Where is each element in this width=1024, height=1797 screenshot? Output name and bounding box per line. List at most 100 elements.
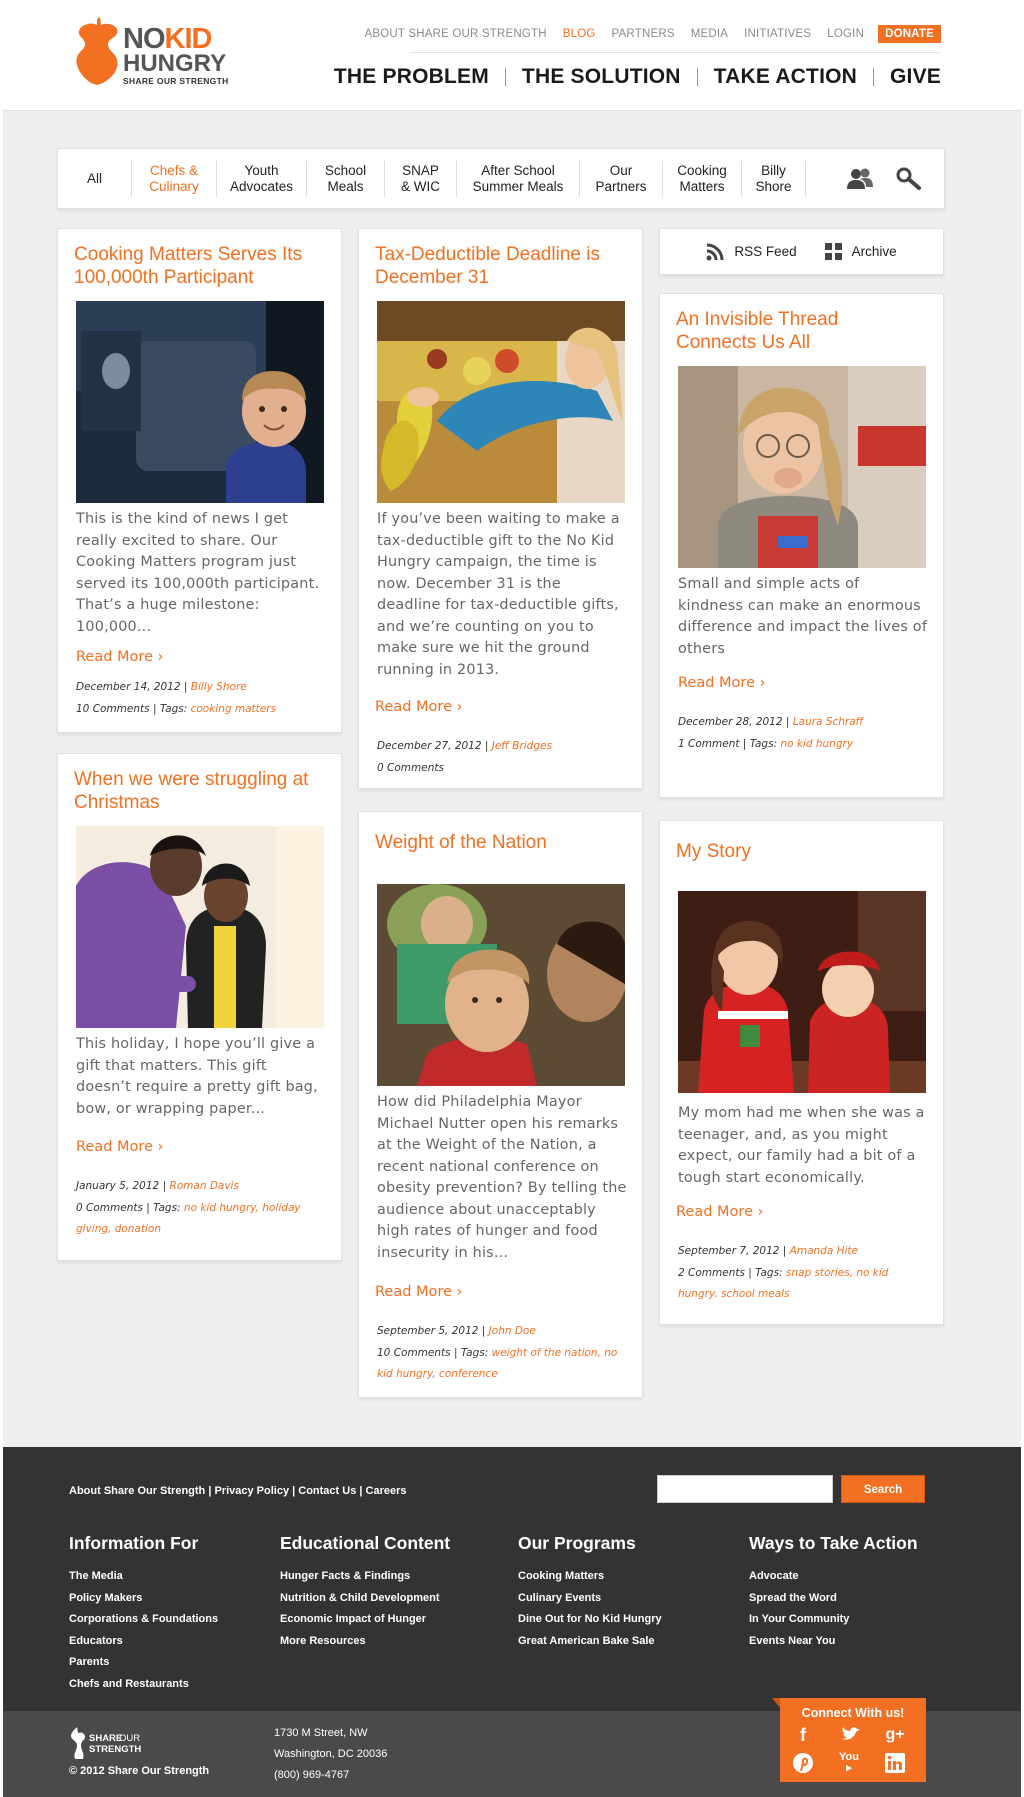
footer-link[interactable]: Great American Bake Sale [518,1631,662,1653]
post-title[interactable]: Weight of the Nation [375,832,625,855]
read-more-link[interactable]: Read More › [76,649,163,665]
blog-post-card: When we were struggling at Christmas Thi… [57,753,342,1261]
footer-link[interactable]: Nutrition & Child Development [280,1588,450,1610]
footer-link[interactable]: Corporations & Foundations [69,1609,218,1631]
google-plus-icon[interactable]: g+ [884,1724,906,1746]
post-image-children-listening[interactable] [377,884,625,1086]
footer-link[interactable]: Advocate [749,1566,918,1588]
chevron-right-icon: › [757,1204,764,1220]
pinterest-icon[interactable] [792,1752,814,1774]
copyright: © 2012 Share Our Strength [69,1765,210,1777]
post-image-childhood-photo[interactable] [678,891,926,1093]
filter-after-school-summer-meals[interactable]: After School Summer Meals [457,160,580,197]
post-excerpt: How did Philadelphia Mayor Michael Nutte… [377,1094,627,1261]
logo-tagline: SHARE OUR STRENGTH [123,76,229,86]
post-image-girl-with-glasses[interactable] [678,366,926,568]
footer-link[interactable]: Parents [69,1652,218,1674]
post-comments[interactable]: 0 Comments [377,762,444,774]
share-our-strength-logo[interactable]: SHARE OUR STRENGTH [69,1727,151,1766]
blog-post-card: Weight of the Nation How did Philadelphi… [358,811,643,1398]
nav-blog[interactable]: BLOG [563,28,596,40]
post-tags-label: Tags: [153,1201,181,1214]
post-author-link[interactable]: John Doe [489,1325,536,1337]
site-header: NOKID HUNGRY SHARE OUR STRENGTH ABOUT SH… [3,3,1021,111]
rss-feed-link[interactable]: RSS Feed [706,243,797,261]
post-tags[interactable]: cooking matters [191,703,276,715]
filter-cooking-matters[interactable]: Cooking Matters [663,160,742,197]
nav-partners[interactable]: PARTNERS [612,28,675,40]
read-more-link[interactable]: Read More › [375,699,462,715]
sos-share: SHARE [89,1733,122,1744]
footer-link[interactable]: Educators [69,1631,218,1653]
read-more-link[interactable]: Read More › [676,1204,763,1220]
post-comments[interactable]: 1 Comment [678,738,739,750]
post-author-link[interactable]: Roman Davis [169,1180,239,1192]
nav-about[interactable]: ABOUT SHARE OUR STRENGTH [365,28,547,40]
post-comments[interactable]: 2 Comments [678,1267,745,1279]
search-icon[interactable] [896,167,922,191]
footer-link[interactable]: Cooking Matters [518,1566,662,1588]
post-author-link[interactable]: Billy Shore [191,681,247,693]
nav-media[interactable]: MEDIA [691,28,728,40]
post-image-boy-on-bus[interactable] [76,301,324,503]
nav-take-action[interactable]: TAKE ACTION [714,65,857,89]
footer-link[interactable]: Culinary Events [518,1588,662,1610]
utility-nav: ABOUT SHARE OUR STRENGTH BLOG PARTNERS M… [349,25,941,43]
footer-link[interactable]: Economic Impact of Hunger [280,1609,450,1631]
footer-link[interactable]: Policy Makers [69,1588,218,1610]
filter-our-partners[interactable]: Our Partners [580,160,663,197]
phone-number[interactable]: (800) 969-4767 [274,1765,387,1786]
footer-link[interactable]: The Media [69,1566,218,1588]
nav-login[interactable]: LOGIN [827,28,864,40]
footer-search-button[interactable]: Search [841,1475,925,1503]
footer-search-input[interactable] [657,1475,833,1503]
read-more-link[interactable]: Read More › [375,1284,462,1300]
donate-button[interactable]: DONATE [878,25,941,43]
footer-link[interactable]: In Your Community [749,1609,918,1631]
post-meta: December 14, 2012 | Billy Shore 10 Comme… [76,681,277,715]
footer-links[interactable]: About Share Our Strength | Privacy Polic… [69,1485,407,1497]
users-icon[interactable] [846,167,874,191]
nav-give[interactable]: GIVE [890,65,941,89]
post-image-bananas[interactable] [377,301,625,503]
footer-column-ways-to-take-action: Ways to Take Action Advocate Spread the … [749,1533,918,1652]
post-comments[interactable]: 10 Comments [377,1347,451,1359]
youtube-icon[interactable]: You ▸ [838,1752,860,1774]
post-title[interactable]: An Invisible Thread Connects Us All [676,309,906,354]
linkedin-icon[interactable] [884,1752,906,1774]
filter-billy-shore[interactable]: Billy Shore [742,160,806,197]
filter-chefs-culinary[interactable]: Chefs & Culinary [132,160,217,197]
post-title[interactable]: Tax-Deductible Deadline is December 31 [375,244,605,289]
nav-initiatives[interactable]: INITIATIVES [744,28,811,40]
post-author-link[interactable]: Laura Schraff [793,716,863,728]
read-more-link[interactable]: Read More › [76,1139,163,1155]
footer-link[interactable]: More Resources [280,1631,450,1653]
post-title[interactable]: When we were struggling at Christmas [74,769,324,814]
archive-link[interactable]: Archive [824,243,897,260]
footer-link[interactable]: Spread the Word [749,1588,918,1610]
nav-the-problem[interactable]: THE PROBLEM [334,65,489,89]
post-title[interactable]: My Story [676,841,926,864]
nav-the-solution[interactable]: THE SOLUTION [522,65,681,89]
post-meta: September 5, 2012 | John Doe 10 Comments… [377,1325,618,1380]
filter-youth-advocates[interactable]: Youth Advocates [217,160,307,197]
post-comments[interactable]: 10 Comments [76,703,150,715]
post-excerpt: Small and simple acts of kindness can ma… [678,576,928,657]
read-more-link[interactable]: Read More › [678,675,765,691]
post-comments[interactable]: 0 Comments [76,1202,143,1214]
footer-link[interactable]: Events Near You [749,1631,918,1653]
no-kid-hungry-logo[interactable]: NOKID HUNGRY SHARE OUR STRENGTH [75,17,255,87]
post-author-link[interactable]: Jeff Bridges [492,740,552,752]
footer-link[interactable]: Chefs and Restaurants [69,1674,218,1696]
filter-school-meals[interactable]: School Meals [307,160,385,197]
post-title[interactable]: Cooking Matters Serves Its 100,000th Par… [74,244,324,289]
post-image-mother-and-son[interactable] [76,826,324,1028]
filter-snap-wic[interactable]: SNAP & WIC [385,160,457,197]
post-author-link[interactable]: Amanda Hite [790,1245,858,1257]
filter-all[interactable]: All [58,160,132,197]
post-tags[interactable]: no kid hungry [780,738,853,750]
footer-link[interactable]: Dine Out for No Kid Hungry [518,1609,662,1631]
facebook-icon[interactable]: f [792,1724,814,1746]
footer-link[interactable]: Hunger Facts & Findings [280,1566,450,1588]
twitter-icon[interactable] [840,1724,862,1746]
